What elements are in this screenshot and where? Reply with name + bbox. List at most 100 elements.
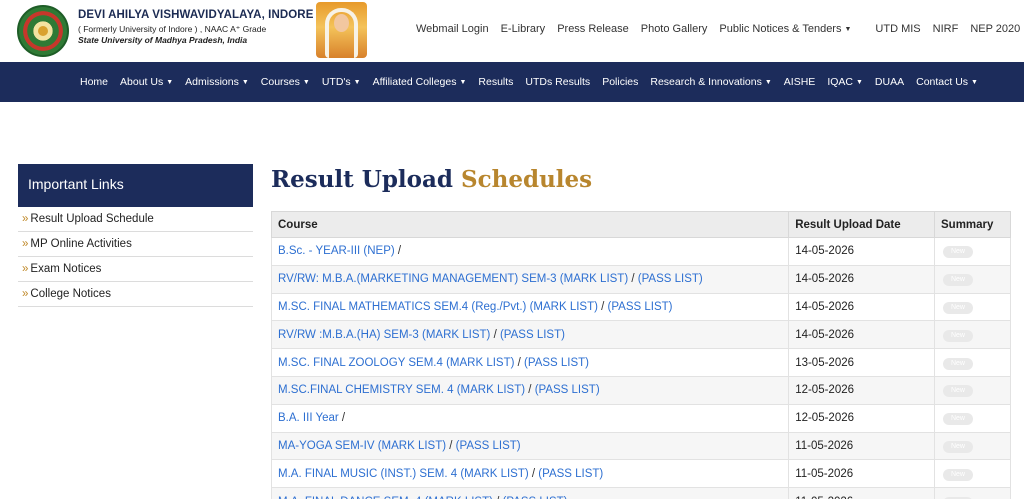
chevron-down-icon: ▼: [764, 79, 772, 86]
new-badge: New: [943, 385, 973, 398]
mark-list-link[interactable]: (MARK LIST): [457, 384, 525, 396]
mark-list-link[interactable]: (MARK LIST): [422, 329, 490, 341]
course-link[interactable]: M.SC. FINAL ZOOLOGY SEM.4: [278, 357, 443, 369]
table-row: M.A. FINAL MUSIC (INST.) SEM. 4 (MARK LI…: [270, 459, 1011, 489]
nav-item-label: Admissions: [185, 76, 239, 88]
pass-list-link[interactable]: (PASS LIST): [503, 496, 568, 499]
mark-list-link[interactable]: (MARK LIST): [378, 440, 446, 452]
top-link-label: Webmail Login: [416, 23, 489, 35]
top-link-e-library[interactable]: E-Library: [501, 23, 546, 35]
course-link[interactable]: B.A. III Year: [278, 412, 339, 424]
course-cell: B.Sc. - YEAR-III (NEP) /: [270, 237, 790, 266]
important-links-sidebar: Important Links » Result Upload Schedule»…: [18, 164, 253, 307]
sidebar-title: Important Links: [18, 164, 253, 207]
university-logo-icon[interactable]: [17, 5, 69, 57]
summary-cell: New: [934, 459, 1011, 489]
chevron-down-icon: ▼: [459, 79, 467, 86]
nav-item-admissions[interactable]: Admissions ▼: [185, 76, 249, 88]
raquo-icon: »: [22, 238, 29, 250]
separator: /: [490, 328, 500, 341]
top-link-label: E-Library: [500, 23, 546, 35]
separator: /: [528, 467, 539, 480]
separator: /: [597, 300, 608, 313]
nav-item-utds-results[interactable]: UTDs Results: [525, 76, 590, 88]
mark-list-link[interactable]: (MARK LIST): [460, 468, 528, 480]
top-link-label: Photo Gallery: [640, 23, 708, 35]
nav-item-home[interactable]: Home: [80, 76, 108, 88]
nav-item-utd-s[interactable]: UTD's ▼: [322, 76, 361, 88]
pass-list-link[interactable]: (PASS LIST): [535, 384, 600, 396]
page-title-accent: Schedules: [461, 166, 593, 193]
nav-item-label: Results: [478, 76, 514, 88]
course-link[interactable]: RV/RW: M.B.A.(MARKETING MANAGEMENT) SEM-…: [278, 273, 557, 285]
course-link[interactable]: B.Sc. - YEAR-III (NEP): [278, 245, 395, 257]
course-link[interactable]: M.A. FINAL DANCE SEM. 4: [278, 496, 421, 499]
top-link-label: Press Release: [557, 23, 629, 35]
course-link[interactable]: RV/RW :M.B.A.(HA) SEM-3: [278, 329, 419, 341]
summary-cell: New: [934, 264, 1011, 294]
pass-list-link[interactable]: (PASS LIST): [638, 273, 703, 285]
nav-item-courses[interactable]: Courses ▼: [261, 76, 310, 88]
university-name[interactable]: DEVI AHILYA VISHWAVIDYALAYA, INDORE: [78, 9, 313, 21]
course-cell: M.SC. FINAL ZOOLOGY SEM.4 (MARK LIST) / …: [270, 348, 790, 377]
nav-item-policies[interactable]: Policies: [602, 76, 638, 88]
sidebar-item-mp-online-activities[interactable]: » MP Online Activities: [18, 232, 253, 257]
pass-list-link[interactable]: (PASS LIST): [500, 329, 565, 341]
summary-cell: New: [934, 403, 1011, 433]
summary-cell: New: [934, 487, 1011, 499]
top-link-public-notices-tenders[interactable]: Public Notices & Tenders ▼: [719, 23, 863, 35]
page-title-main: Result Upload: [271, 166, 453, 193]
sidebar-item-label: College Notices: [30, 288, 111, 300]
pass-list-link[interactable]: (PASS LIST): [524, 357, 589, 369]
table-row: RV/RW :M.B.A.(HA) SEM-3 (MARK LIST) / (P…: [270, 320, 1011, 350]
nav-item-duaa[interactable]: DUAA: [875, 76, 904, 88]
page-title: Result Upload Schedules: [271, 166, 592, 193]
nav-item-about-us[interactable]: About Us ▼: [120, 76, 173, 88]
sidebar-item-label: Exam Notices: [30, 263, 102, 275]
top-link-label: NEP 2020: [970, 23, 1021, 35]
course-cell: RV/RW: M.B.A.(MARKETING MANAGEMENT) SEM-…: [270, 264, 790, 294]
chevron-down-icon: ▼: [971, 79, 978, 86]
top-link-utd-mis[interactable]: UTD MIS: [875, 23, 920, 35]
top-link-webmail-login[interactable]: Webmail Login: [416, 23, 489, 35]
chevron-down-icon: ▼: [241, 79, 249, 86]
top-link-press-release[interactable]: Press Release: [557, 23, 629, 35]
course-cell: M.SC.FINAL CHEMISTRY SEM. 4 (MARK LIST) …: [270, 375, 790, 405]
nav-item-label: IQAC: [827, 76, 853, 88]
new-badge: New: [943, 329, 973, 342]
pass-list-link[interactable]: (PASS LIST): [538, 468, 603, 480]
main-navigation: Home About Us ▼ Admissions ▼ Courses ▼ UTD's ▼ Af…: [0, 62, 1024, 102]
sidebar-item-result-upload-schedule[interactable]: » Result Upload Schedule: [18, 207, 253, 232]
nav-item-label: Affiliated Colleges: [372, 76, 457, 88]
nav-item-contact-us[interactable]: Contact Us ▼: [916, 76, 978, 88]
pass-list-link[interactable]: (PASS LIST): [608, 301, 673, 313]
upload-date-cell: 11-05-2026: [788, 487, 935, 499]
course-cell: MA-YOGA SEM-IV (MARK LIST) / (PASS LIST): [270, 431, 790, 461]
mark-list-link[interactable]: (MARK LIST): [560, 273, 628, 285]
course-link[interactable]: M.SC.FINAL CHEMISTRY SEM. 4: [278, 384, 454, 396]
mark-list-link[interactable]: (MARK LIST): [425, 496, 493, 499]
pass-list-link[interactable]: (PASS LIST): [456, 440, 521, 452]
nav-item-aishe[interactable]: AISHE: [784, 76, 816, 88]
nav-item-iqac[interactable]: IQAC ▼: [827, 76, 863, 88]
top-link-nep-2020[interactable]: NEP 2020: [970, 23, 1020, 35]
separator: /: [394, 245, 402, 258]
mark-list-link[interactable]: (MARK LIST): [446, 357, 514, 369]
nav-item-affiliated-colleges[interactable]: Affiliated Colleges ▼: [373, 76, 467, 88]
sidebar-item-college-notices[interactable]: » College Notices: [18, 282, 253, 307]
new-badge: New: [943, 301, 973, 314]
nav-item-research-innovations[interactable]: Research & Innovations ▼: [650, 76, 771, 88]
top-link-photo-gallery[interactable]: Photo Gallery: [641, 23, 708, 35]
course-link[interactable]: M.A. FINAL MUSIC (INST.) SEM. 4: [278, 468, 457, 480]
top-link-nirf[interactable]: NIRF: [933, 23, 959, 35]
site-header: DEVI AHILYA VISHWAVIDYALAYA, INDORE ( Fo…: [0, 0, 1024, 62]
course-link[interactable]: M.SC. FINAL MATHEMATICS SEM.4 (Reg./Pvt.…: [278, 301, 526, 313]
nav-item-results[interactable]: Results: [478, 76, 513, 88]
sidebar-item-exam-notices[interactable]: » Exam Notices: [18, 257, 253, 282]
upload-date-cell: 12-05-2026: [788, 403, 935, 433]
upload-date-cell: 14-05-2026: [788, 320, 935, 350]
mark-list-link[interactable]: (MARK LIST): [530, 301, 598, 313]
column-header-date: Result Upload Date: [788, 211, 935, 238]
upload-date-cell: 14-05-2026: [788, 264, 935, 294]
course-link[interactable]: MA-YOGA SEM-IV: [278, 440, 375, 452]
